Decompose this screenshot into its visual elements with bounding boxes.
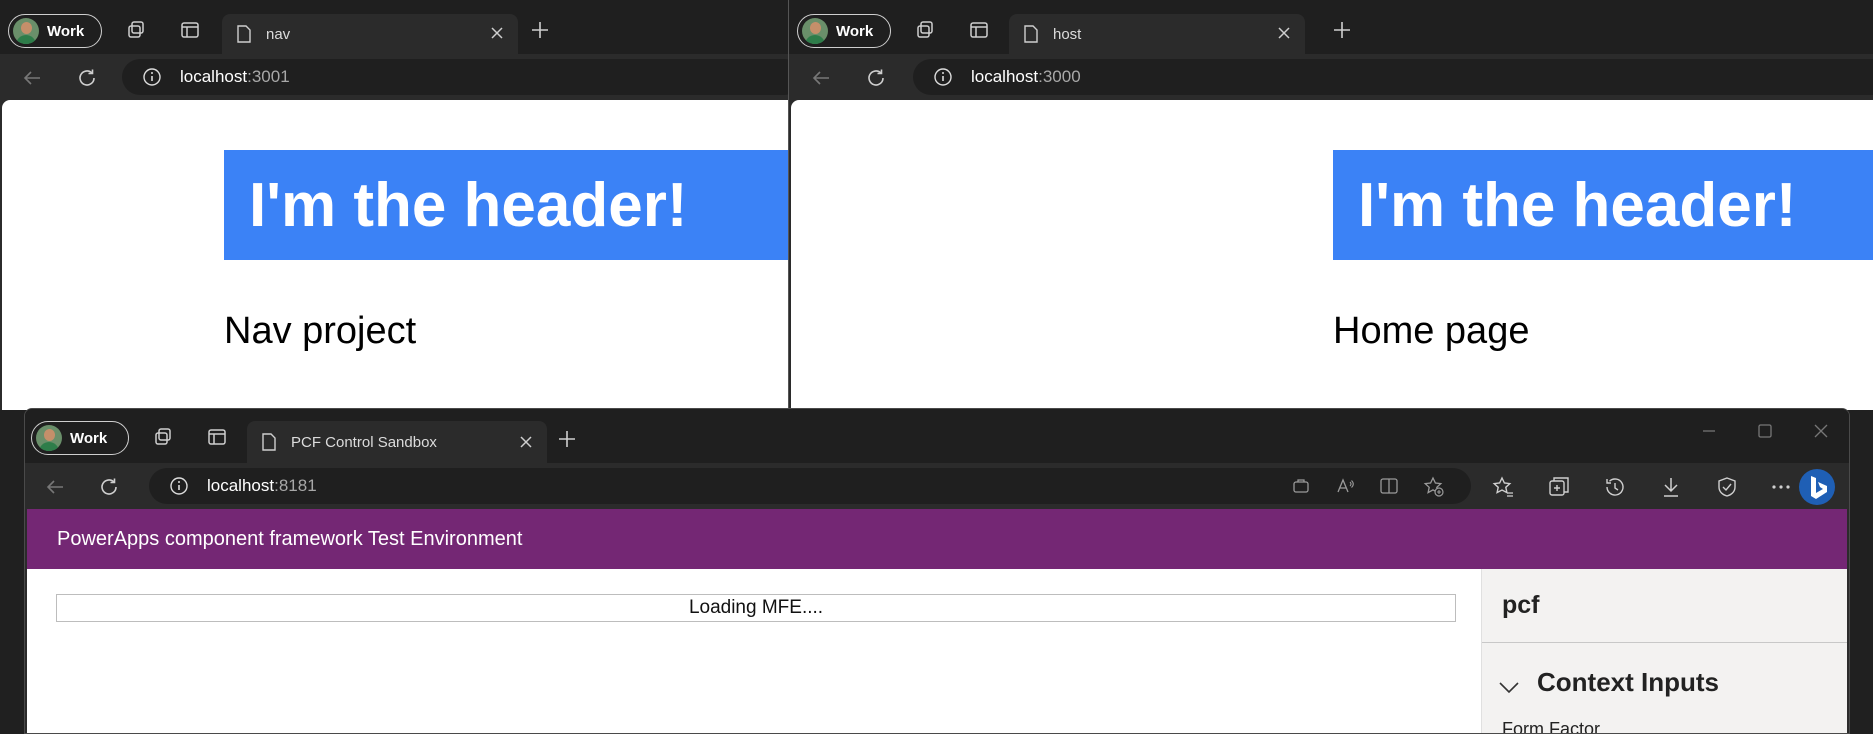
history-icon[interactable] bbox=[1603, 475, 1627, 499]
collections-icon[interactable] bbox=[1547, 475, 1571, 499]
profile-button[interactable]: Work bbox=[31, 421, 129, 455]
side-panel: pcf Context Inputs Form Factor bbox=[1481, 569, 1847, 733]
toolbar: localhost:3001 bbox=[0, 54, 788, 100]
divider bbox=[1482, 642, 1847, 643]
banner-title: PowerApps component framework Test Envir… bbox=[57, 527, 523, 550]
app-available-icon[interactable] bbox=[1291, 476, 1311, 496]
profile-label: Work bbox=[47, 22, 85, 40]
tab-actions-icon[interactable] bbox=[180, 20, 200, 40]
info-icon[interactable] bbox=[933, 67, 953, 87]
tab-bar: Work PCF Control Sandbox bbox=[25, 409, 1849, 463]
mfe-loading-box: Loading MFE.... bbox=[56, 594, 1456, 622]
page-body-text: Nav project bbox=[224, 310, 417, 352]
context-inputs-header[interactable]: Context Inputs bbox=[1537, 667, 1719, 698]
avatar bbox=[802, 18, 828, 44]
avatar bbox=[36, 425, 62, 451]
page-content: I'm the header! Home page bbox=[791, 100, 1873, 410]
profile-button[interactable]: Work bbox=[797, 14, 891, 48]
back-arrow-icon[interactable] bbox=[43, 475, 67, 499]
url-port: :3000 bbox=[1038, 67, 1081, 86]
split-screen-icon[interactable] bbox=[1379, 476, 1399, 496]
workspaces-icon[interactable] bbox=[153, 427, 173, 447]
back-arrow-icon[interactable] bbox=[20, 66, 44, 90]
tab-actions-icon[interactable] bbox=[969, 20, 989, 40]
avatar bbox=[13, 18, 39, 44]
url-port: :3001 bbox=[247, 67, 290, 86]
favorites-icon[interactable] bbox=[1491, 475, 1515, 499]
read-aloud-icon[interactable] bbox=[1335, 476, 1355, 496]
profile-button[interactable]: Work bbox=[8, 14, 102, 48]
tab-actions-icon[interactable] bbox=[207, 427, 227, 447]
document-icon bbox=[237, 25, 251, 43]
tab-title: PCF Control Sandbox bbox=[291, 433, 437, 451]
tab-bar: Work nav bbox=[0, 0, 788, 54]
url-port: :8181 bbox=[274, 476, 317, 495]
download-icon[interactable] bbox=[1659, 475, 1683, 499]
plus-icon[interactable] bbox=[1330, 18, 1354, 42]
tab-bar: Work host bbox=[789, 0, 1873, 54]
document-icon bbox=[1024, 25, 1038, 43]
chevron-down-icon[interactable] bbox=[1498, 681, 1520, 695]
workspaces-icon[interactable] bbox=[915, 20, 935, 40]
add-favorite-icon[interactable] bbox=[1423, 476, 1445, 498]
refresh-icon[interactable] bbox=[864, 66, 888, 90]
close-icon[interactable] bbox=[488, 24, 506, 42]
profile-label: Work bbox=[836, 22, 874, 40]
address-bar[interactable]: localhost:3001 bbox=[122, 59, 788, 95]
tab-nav[interactable]: nav bbox=[222, 14, 518, 54]
close-window-icon[interactable] bbox=[1811, 421, 1831, 441]
tab-title: host bbox=[1053, 25, 1082, 43]
refresh-icon[interactable] bbox=[75, 66, 99, 90]
refresh-icon[interactable] bbox=[97, 475, 121, 499]
tab-host[interactable]: host bbox=[1009, 14, 1305, 54]
info-icon[interactable] bbox=[169, 476, 189, 496]
loading-text: Loading MFE.... bbox=[688, 597, 824, 618]
pcf-environment-banner: PowerApps component framework Test Envir… bbox=[27, 509, 1847, 569]
pcf-main-area: Loading MFE.... pcf Context Inputs Form … bbox=[27, 569, 1847, 733]
workspaces-icon[interactable] bbox=[126, 20, 146, 40]
tab-title: nav bbox=[266, 25, 291, 43]
side-panel-title: pcf bbox=[1502, 591, 1540, 619]
url-host: localhost bbox=[207, 476, 275, 495]
browser-window-pcf: Work PCF Control Sandbox localhost:8181… bbox=[24, 408, 1850, 734]
page-header: I'm the header! bbox=[224, 150, 788, 260]
close-icon[interactable] bbox=[517, 433, 535, 451]
document-icon bbox=[262, 433, 276, 451]
address-bar[interactable]: localhost:3000 bbox=[913, 59, 1873, 95]
browser-window-nav: Work nav localhost:3001 I'm the header!… bbox=[0, 0, 789, 410]
page-body-text: Home page bbox=[1333, 310, 1530, 352]
minimize-icon[interactable] bbox=[1699, 421, 1719, 441]
maximize-icon[interactable] bbox=[1755, 421, 1775, 441]
page-content: I'm the header! Nav project bbox=[2, 100, 788, 410]
url-host: localhost bbox=[180, 67, 248, 86]
browser-window-host: Work host localhost:3000 I'm the header… bbox=[789, 0, 1873, 410]
toolbar: localhost:3000 bbox=[789, 54, 1873, 100]
more-options-icon[interactable] bbox=[1769, 475, 1793, 499]
profile-label: Work bbox=[70, 429, 108, 447]
bing-copilot-icon[interactable] bbox=[1797, 467, 1837, 507]
back-arrow-icon[interactable] bbox=[809, 66, 833, 90]
tab-pcf-control-sandbox[interactable]: PCF Control Sandbox bbox=[247, 421, 547, 463]
info-icon[interactable] bbox=[142, 67, 162, 87]
browser-essentials-icon[interactable] bbox=[1715, 475, 1739, 499]
close-icon[interactable] bbox=[1275, 24, 1293, 42]
toolbar: localhost:8181 bbox=[25, 463, 1849, 509]
page-header: I'm the header! bbox=[1333, 150, 1873, 260]
url-host: localhost bbox=[971, 67, 1039, 86]
address-bar[interactable]: localhost:8181 bbox=[149, 468, 1471, 504]
plus-icon[interactable] bbox=[528, 18, 552, 42]
plus-icon[interactable] bbox=[555, 427, 579, 451]
